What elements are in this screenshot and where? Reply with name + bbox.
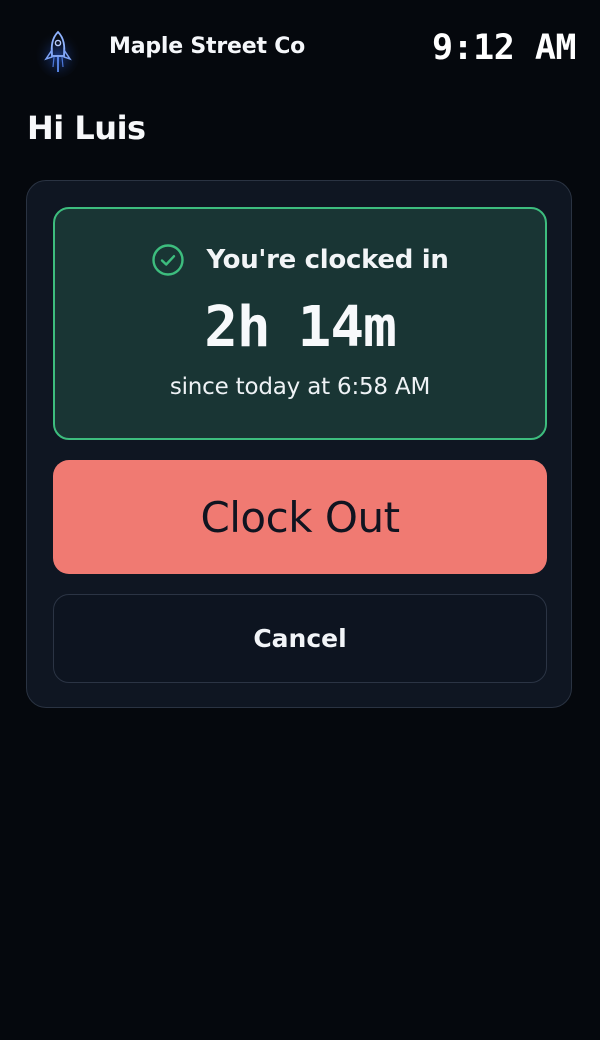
elapsed-duration: 2h 14m (55, 295, 545, 360)
clocked-in-status-card: You're clocked in 2h 14m since today at 6… (53, 207, 547, 440)
greeting: Hi Luis (27, 109, 146, 147)
current-time: 9:12 AM (431, 28, 577, 68)
clock-out-button[interactable]: Clock Out (53, 460, 547, 574)
clock-screen: Maple Street Co 9:12 AM Hi Luis You're c… (0, 0, 600, 1040)
status-label: You're clocked in (206, 245, 449, 275)
check-circle-icon (151, 243, 185, 277)
rocket-icon (34, 26, 82, 78)
duration-minutes: 14m (297, 295, 397, 360)
duration-hours: 2h (204, 295, 270, 360)
cancel-button[interactable]: Cancel (53, 594, 547, 683)
status-header: You're clocked in (55, 243, 545, 277)
top-bar: Maple Street Co 9:12 AM (0, 0, 600, 100)
company-name: Maple Street Co (109, 34, 306, 59)
clock-in-since: since today at 6:58 AM (169, 374, 431, 400)
clock-panel: You're clocked in 2h 14m since today at 6… (26, 180, 572, 708)
